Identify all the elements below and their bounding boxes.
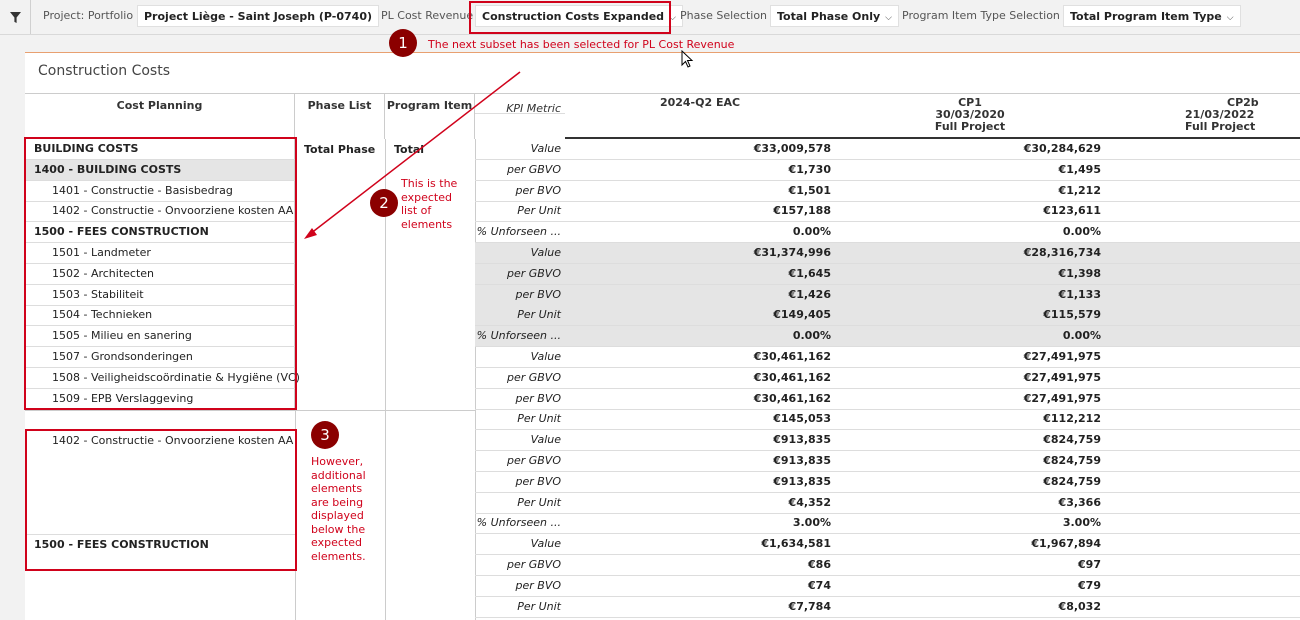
mouse-cursor-icon <box>681 50 694 68</box>
annotation-arrow <box>304 71 521 239</box>
